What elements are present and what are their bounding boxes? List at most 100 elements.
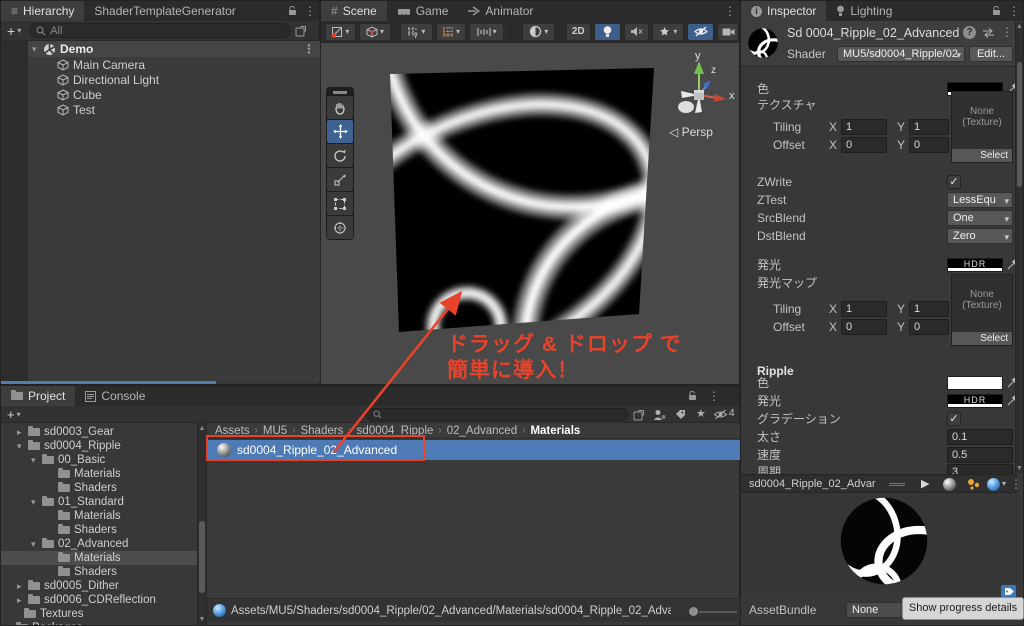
inspector-menu-icon[interactable]: ⋮ [1005, 1, 1023, 21]
hierarchy-item-directional-light[interactable]: Directional Light [28, 72, 321, 87]
show-progress-details-button[interactable]: Show progress details [902, 597, 1024, 620]
tree-item[interactable]: Textures [1, 607, 197, 621]
favorites-star-icon[interactable]: ★ [696, 407, 706, 420]
zoom-slider-track[interactable] [699, 611, 737, 613]
tab-console[interactable]: Console [75, 386, 155, 406]
tree-item[interactable]: Materials [1, 509, 197, 523]
scene-gizmo[interactable]: y z x ◁ Persp [661, 47, 737, 147]
emission-offset-y-field[interactable]: 0 [909, 319, 949, 335]
emission-hdr-swatch[interactable]: HDR [947, 258, 1003, 272]
scene-audio-toggle[interactable] [623, 22, 649, 41]
breadcrumb-assets[interactable]: Assets [215, 425, 250, 437]
label-tag-icon[interactable] [675, 409, 687, 421]
tab-scene[interactable]: # Scene [321, 1, 387, 21]
collab-person-icon[interactable] [653, 409, 666, 421]
rect-tool-button[interactable] [327, 192, 353, 215]
hierarchy-item-main-camera[interactable]: Main Camera [28, 57, 321, 72]
material-preview-area[interactable] [741, 493, 1017, 589]
texture-select-button[interactable]: Select [952, 332, 1012, 345]
tree-item[interactable]: Shaders [1, 523, 197, 537]
offset-y-field[interactable]: 0 [909, 137, 949, 153]
scene-lighting-toggle[interactable] [593, 22, 621, 41]
breadcrumb-sd0004-ripple[interactable]: sd0004_Ripple [357, 425, 434, 437]
transform-tool-button[interactable] [327, 216, 353, 239]
tab-inspector[interactable]: i Inspector [741, 1, 827, 21]
pivot-mode-button[interactable]: ▾ [325, 22, 356, 41]
srcblend-dropdown[interactable]: One [947, 210, 1013, 226]
material-preview-bar[interactable]: sd0004_Ripple_02_Advar ▶ ▾ ⋮ [741, 474, 1022, 493]
zwrite-checkbox[interactable]: ✓ [947, 175, 961, 189]
effects-toggle-button[interactable]: ▾ [651, 22, 685, 41]
tree-item[interactable]: ▸ sd0005_Dither [1, 579, 197, 593]
tool-handle-snap-button[interactable]: y ▾ [400, 22, 433, 41]
create-asset-caret-icon[interactable]: ▾ [17, 410, 21, 419]
tree-item[interactable]: ▾ sd0004_Ripple [1, 439, 197, 453]
scale-tool-button[interactable] [327, 168, 353, 191]
breadcrumb-mu5[interactable]: MU5 [263, 425, 287, 437]
project-tree-scrollbar[interactable]: ▲ ▼ [197, 423, 206, 625]
tree-item[interactable]: ▸ sd0003_Gear [1, 425, 197, 439]
preview-lighting-caret-icon[interactable]: ▾ [1002, 479, 1006, 488]
tree-item[interactable]: Shaders [1, 565, 197, 579]
particles-icon[interactable] [967, 478, 981, 491]
tab-hierarchy[interactable]: ≡ Hierarchy [1, 1, 85, 21]
gradation-checkbox[interactable]: ✓ [947, 412, 961, 426]
ztest-dropdown[interactable]: LessEqu [947, 192, 1013, 208]
emission-tiling-x-field[interactable]: 1 [841, 301, 887, 317]
scene-visibility-toggle[interactable] [687, 22, 715, 41]
tree-item[interactable]: Materials [1, 467, 197, 481]
tree-item[interactable]: ▾ 02_Advanced [1, 537, 197, 551]
rotate-tool-button[interactable] [327, 144, 353, 167]
tree-item[interactable]: Shaders [1, 481, 197, 495]
grid-snapping-button[interactable]: ▾ [435, 22, 467, 41]
move-tool-button[interactable] [327, 120, 353, 143]
ripple-emission-hdr-swatch[interactable]: HDR [947, 394, 1003, 408]
hidden-count-eye-icon[interactable] [713, 409, 728, 420]
hierarchy-search-input[interactable]: All [29, 23, 292, 38]
2d-mode-button[interactable]: 2D [565, 22, 591, 41]
tab-animator[interactable]: Animator [458, 1, 543, 21]
preview-menu-icon[interactable]: ⋮ [1010, 477, 1022, 491]
scene-menu-icon[interactable]: ⋮ [721, 1, 739, 21]
breadcrumb-02-advanced[interactable]: 02_Advanced [447, 425, 517, 437]
search-popout-icon[interactable] [633, 409, 645, 421]
increment-snap-button[interactable]: ▾ [469, 22, 504, 41]
hierarchy-item-test[interactable]: Test [28, 102, 321, 117]
breadcrumb-materials[interactable]: Materials [530, 425, 580, 437]
breadcrumb-shaders[interactable]: Shaders [300, 425, 343, 437]
preview-lighting-icon[interactable] [987, 478, 1000, 491]
help-icon[interactable]: ? [963, 26, 976, 39]
add-object-caret-icon[interactable]: ▾ [17, 26, 21, 35]
zoom-slider-handle[interactable] [689, 607, 698, 616]
emission-offset-x-field[interactable]: 0 [841, 319, 887, 335]
thickness-field[interactable]: 0.1 [947, 429, 1013, 445]
lock-icon[interactable] [683, 386, 701, 406]
hierarchy-item-cube[interactable]: Cube [28, 87, 321, 102]
project-menu-icon[interactable]: ⋮ [705, 386, 723, 406]
ripple-color-swatch[interactable] [947, 376, 1003, 390]
shader-edit-button[interactable]: Edit... [969, 46, 1013, 62]
preview-shape-icon[interactable] [943, 478, 956, 491]
tree-item[interactable]: ▸ sd0006_CDReflection [1, 593, 197, 607]
create-asset-button[interactable]: + [7, 407, 15, 422]
scene-camera-button[interactable] [717, 22, 740, 41]
gizmo-persp-label[interactable]: ◁ Persp [669, 125, 713, 139]
project-search-input[interactable] [366, 407, 628, 421]
tree-item[interactable]: ▾ 01_Standard [1, 495, 197, 509]
add-object-button[interactable]: + [7, 23, 15, 39]
offset-x-field[interactable]: 0 [841, 137, 887, 153]
emission-texture-slot[interactable]: None (Texture) Select [951, 274, 1013, 346]
shader-dropdown[interactable]: MU5/sd0004_Ripple/02 [837, 46, 965, 62]
dstblend-dropdown[interactable]: Zero [947, 228, 1013, 244]
tree-item-selected[interactable]: Materials [1, 551, 197, 565]
preview-play-button[interactable]: ▶ [921, 477, 929, 490]
lock-icon[interactable] [987, 1, 1005, 21]
material-menu-icon[interactable]: ⋮ [1001, 25, 1013, 39]
speed-field[interactable]: 0.5 [947, 447, 1013, 463]
hierarchy-menu-icon[interactable]: ⋮ [301, 1, 319, 21]
tree-item[interactable]: ▸Packages [1, 621, 197, 625]
hierarchy-row-demo[interactable]: ▾ Demo ⋮ [28, 41, 321, 57]
lock-icon[interactable] [283, 1, 301, 21]
handle-orientation-button[interactable]: ▾ [358, 22, 392, 41]
emission-tiling-y-field[interactable]: 1 [909, 301, 949, 317]
